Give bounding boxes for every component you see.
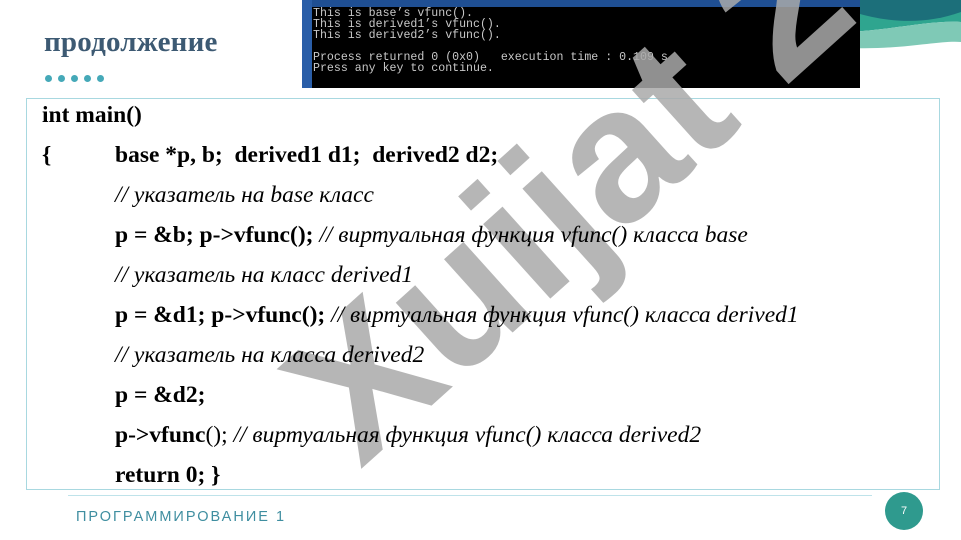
code-comment: // указатель на класс derived1 [115,262,414,288]
console-titlebar [302,0,860,7]
code-comment: // виртуальная функция vfunc() класса de… [325,302,799,328]
console-output-screenshot: This is base’s vfunc(). This is derived1… [302,0,860,88]
code-line-call-derived2: p->vfunc(); // виртуальная функция vfunc… [115,422,701,449]
code-brace: { [42,142,52,168]
code-text: p->vfunc [115,422,206,448]
code-text: p = &b; p->vfunc(); [115,222,314,248]
code-text: (); [205,422,228,448]
code-comment: // указатель на base класс [115,182,374,208]
code-line-call-derived1: p = &d1; p->vfunc(); // виртуальная функ… [115,302,799,329]
code-comment: // указатель на класса derived2 [115,342,425,368]
code-line-return: return 0; } [115,462,221,488]
console-text: This is base’s vfunc(). This is derived1… [313,8,668,75]
code-comment: // виртуальная функция vfunc() класса de… [227,422,702,448]
console-border [302,0,312,88]
footer-course-title: ПРОГРАММИРОВАНИЕ 1 [76,509,287,525]
console-line: This is derived2’s vfunc(). [313,29,501,42]
code-line-declarations: { base *p, b; derived1 d1; derived2 d2; [42,142,498,169]
slide-title: продолжение [44,26,218,58]
code-line-call-base: p = &b; p->vfunc(); // виртуальная функц… [115,222,748,249]
code-line-main: int main() [42,102,142,128]
footer-divider [68,495,872,496]
code-line-assign-derived2: p = &d2; [115,382,206,408]
code-text: p = &d1; p->vfunc(); [115,302,326,328]
code-comment: // виртуальная функция vfunc() класса ba… [313,222,748,248]
console-line: Press any key to continue. [313,62,494,75]
page-number-badge: 7 [885,492,923,530]
code-text: base *p, b; derived1 d1; derived2 d2; [115,142,499,168]
title-dots-decoration [45,75,104,82]
